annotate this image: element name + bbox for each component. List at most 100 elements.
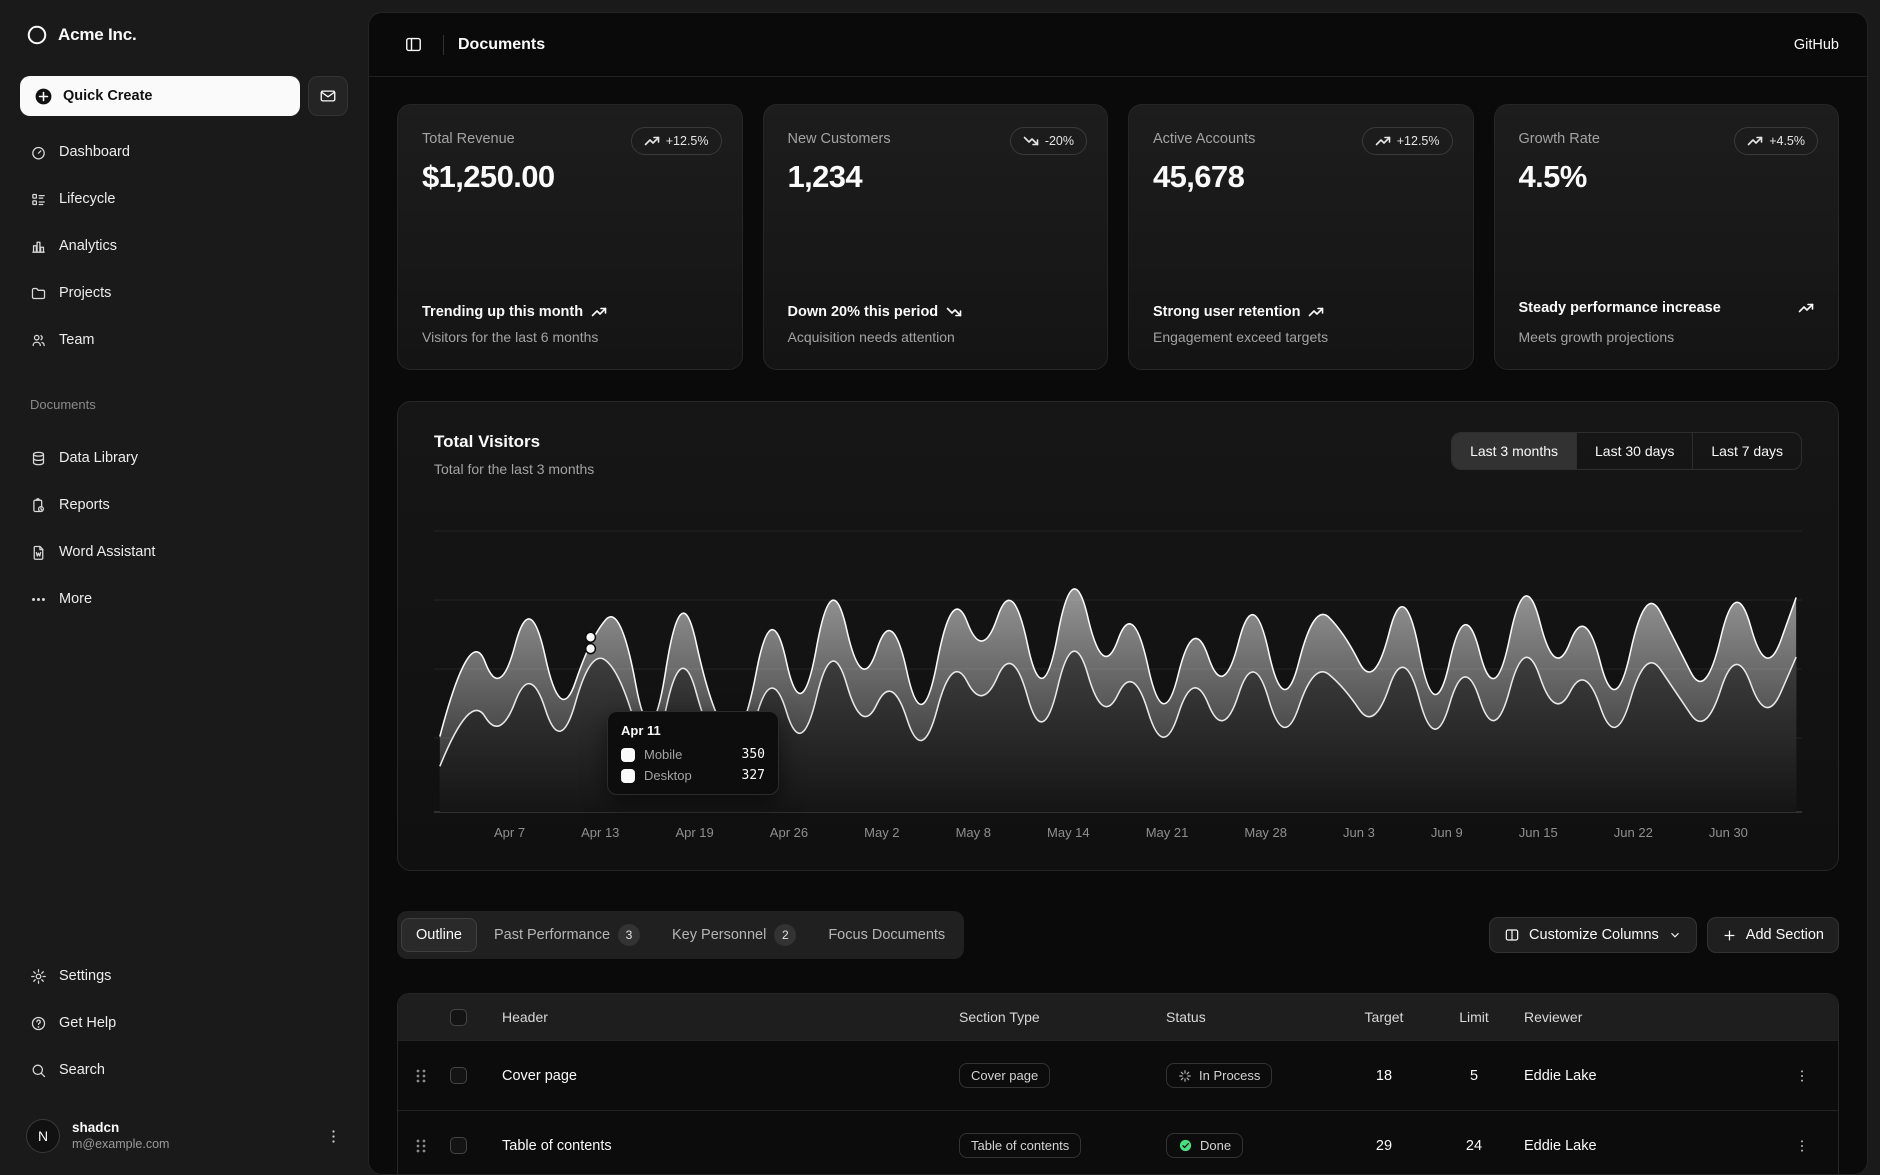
sidebar-item-word-assistant[interactable]: Word Assistant <box>20 532 348 572</box>
drag-handle-icon[interactable] <box>414 1138 428 1154</box>
stat-footer-subtitle: Meets growth projections <box>1519 329 1815 345</box>
range-last-7-days[interactable]: Last 7 days <box>1693 433 1801 469</box>
cell-reviewer[interactable]: Eddie Lake <box>1524 1138 1794 1154</box>
org-logo-icon <box>26 24 48 46</box>
topbar: Documents GitHub <box>369 13 1867 77</box>
drag-handle-icon[interactable] <box>414 1068 428 1084</box>
sidebar-item-team[interactable]: Team <box>20 320 348 360</box>
tooltip-row: Mobile 350 <box>621 747 765 762</box>
status-badge: Done <box>1166 1133 1243 1158</box>
x-tick: Jun 15 <box>1519 825 1558 840</box>
gear-icon <box>30 968 47 985</box>
row-checkbox[interactable] <box>450 1137 467 1154</box>
sidebar-item-settings[interactable]: Settings <box>20 956 348 996</box>
plus-icon <box>1722 928 1737 943</box>
stat-card-new-customers: New Customers -20% 1,234 Down 20% this p… <box>763 104 1109 370</box>
row-actions-button[interactable] <box>1794 1068 1810 1084</box>
loader-icon <box>1178 1069 1192 1083</box>
tooltip-date: Apr 11 <box>621 723 765 738</box>
x-tick: Jun 22 <box>1614 825 1653 840</box>
sidebar-item-label: Team <box>59 332 94 348</box>
sidebar-item-label: Reports <box>59 497 110 513</box>
sidebar: Acme Inc. Quick Create Dashboard Lifecyc… <box>0 0 368 1175</box>
gauge-icon <box>30 144 47 161</box>
cell-target[interactable]: 18 <box>1344 1068 1424 1084</box>
table-header-row: Header Section Type Status Target Limit … <box>398 994 1838 1040</box>
table-row: Cover page Cover page In Process 18 5 Ed… <box>398 1040 1838 1110</box>
sidebar-item-label: Dashboard <box>59 144 130 160</box>
row-checkbox[interactable] <box>450 1067 467 1084</box>
range-last-3-months[interactable]: Last 3 months <box>1452 433 1577 469</box>
x-tick: May 21 <box>1146 825 1189 840</box>
hover-dot-mobile <box>586 632 596 642</box>
trend-badge: -20% <box>1010 127 1087 155</box>
sidebar-item-label: More <box>59 591 92 607</box>
visitors-chart-card: Total Visitors Total for the last 3 mont… <box>397 401 1839 871</box>
dots-icon <box>30 591 47 608</box>
trending-up-icon <box>1747 133 1763 149</box>
x-tick: Apr 7 <box>494 825 525 840</box>
columns-icon <box>1504 927 1520 943</box>
area-chart[interactable]: Apr 7Apr 13Apr 19Apr 26May 2May 8May 14M… <box>434 529 1802 840</box>
github-link[interactable]: GitHub <box>1794 37 1839 53</box>
user-menu[interactable]: N shadcn m@example.com <box>20 1115 348 1157</box>
cell-limit[interactable]: 24 <box>1424 1138 1524 1154</box>
trending-down-icon <box>946 304 962 320</box>
sidebar-section-label: Documents <box>30 397 348 412</box>
cell-header[interactable]: Table of contents <box>502 1138 959 1154</box>
section-type-badge: Table of contents <box>959 1133 1081 1158</box>
row-actions-button[interactable] <box>1794 1138 1810 1154</box>
stat-footer-subtitle: Acquisition needs attention <box>788 329 1084 345</box>
range-last-30-days[interactable]: Last 30 days <box>1577 433 1693 469</box>
stat-footer-title: Down 20% this period <box>788 304 1084 320</box>
tab-key-personnel[interactable]: Key Personnel2 <box>657 915 811 955</box>
chart-tooltip: Apr 11 Mobile 350 Desktop 327 <box>607 711 779 795</box>
cell-header[interactable]: Cover page <box>502 1068 959 1084</box>
stat-cards: Total Revenue +12.5% $1,250.00 Trending … <box>397 104 1839 370</box>
stat-card-total-revenue: Total Revenue +12.5% $1,250.00 Trending … <box>397 104 743 370</box>
cell-reviewer[interactable]: Eddie Lake <box>1524 1068 1794 1084</box>
folder-icon <box>30 285 47 302</box>
user-menu-dots-button[interactable] <box>325 1128 342 1145</box>
cell-target[interactable]: 29 <box>1344 1138 1424 1154</box>
customize-columns-button[interactable]: Customize Columns <box>1489 917 1697 953</box>
stat-footer-title: Strong user retention <box>1153 304 1449 320</box>
inbox-button[interactable] <box>308 76 348 116</box>
add-section-button[interactable]: Add Section <box>1707 917 1839 953</box>
cell-limit[interactable]: 5 <box>1424 1068 1524 1084</box>
check-circle-icon <box>1178 1138 1193 1153</box>
x-tick: Apr 26 <box>770 825 808 840</box>
sidebar-item-reports[interactable]: Reports <box>20 485 348 525</box>
sidebar-item-label: Search <box>59 1062 105 1078</box>
series-name: Mobile <box>644 747 682 762</box>
org-switcher[interactable]: Acme Inc. <box>20 20 348 48</box>
sidebar-item-dashboard[interactable]: Dashboard <box>20 132 348 172</box>
users-icon <box>30 332 47 349</box>
sidebar-item-analytics[interactable]: Analytics <box>20 226 348 266</box>
sections-table: Header Section Type Status Target Limit … <box>397 993 1839 1175</box>
sidebar-item-label: Lifecycle <box>59 191 115 207</box>
select-all-checkbox[interactable] <box>450 1009 467 1026</box>
tab-past-performance[interactable]: Past Performance3 <box>479 915 655 955</box>
sidebar-item-search[interactable]: Search <box>20 1050 348 1090</box>
x-axis-ticks: Apr 7Apr 13Apr 19Apr 26May 2May 8May 14M… <box>434 813 1802 840</box>
tab-outline[interactable]: Outline <box>401 918 477 952</box>
series-name: Desktop <box>644 768 692 783</box>
sidebar-item-lifecycle[interactable]: Lifecycle <box>20 179 348 219</box>
sidebar-item-data-library[interactable]: Data Library <box>20 438 348 478</box>
help-icon <box>30 1015 47 1032</box>
database-icon <box>30 450 47 467</box>
sidebar-toggle-button[interactable] <box>397 29 429 61</box>
sidebar-item-projects[interactable]: Projects <box>20 273 348 313</box>
quick-create-label: Quick Create <box>63 88 152 104</box>
x-tick: Apr 13 <box>581 825 619 840</box>
tabs: OutlinePast Performance3Key Personnel2Fo… <box>397 911 964 959</box>
tab-focus-documents[interactable]: Focus Documents <box>813 918 960 952</box>
trend-badge: +4.5% <box>1734 127 1818 155</box>
quick-create-button[interactable]: Quick Create <box>20 76 300 116</box>
stat-value: 45,678 <box>1153 159 1449 195</box>
sidebar-item-get-help[interactable]: Get Help <box>20 1003 348 1043</box>
sidebar-item-more[interactable]: More <box>20 579 348 619</box>
col-status: Status <box>1166 1009 1344 1025</box>
sidebar-item-label: Word Assistant <box>59 544 155 560</box>
